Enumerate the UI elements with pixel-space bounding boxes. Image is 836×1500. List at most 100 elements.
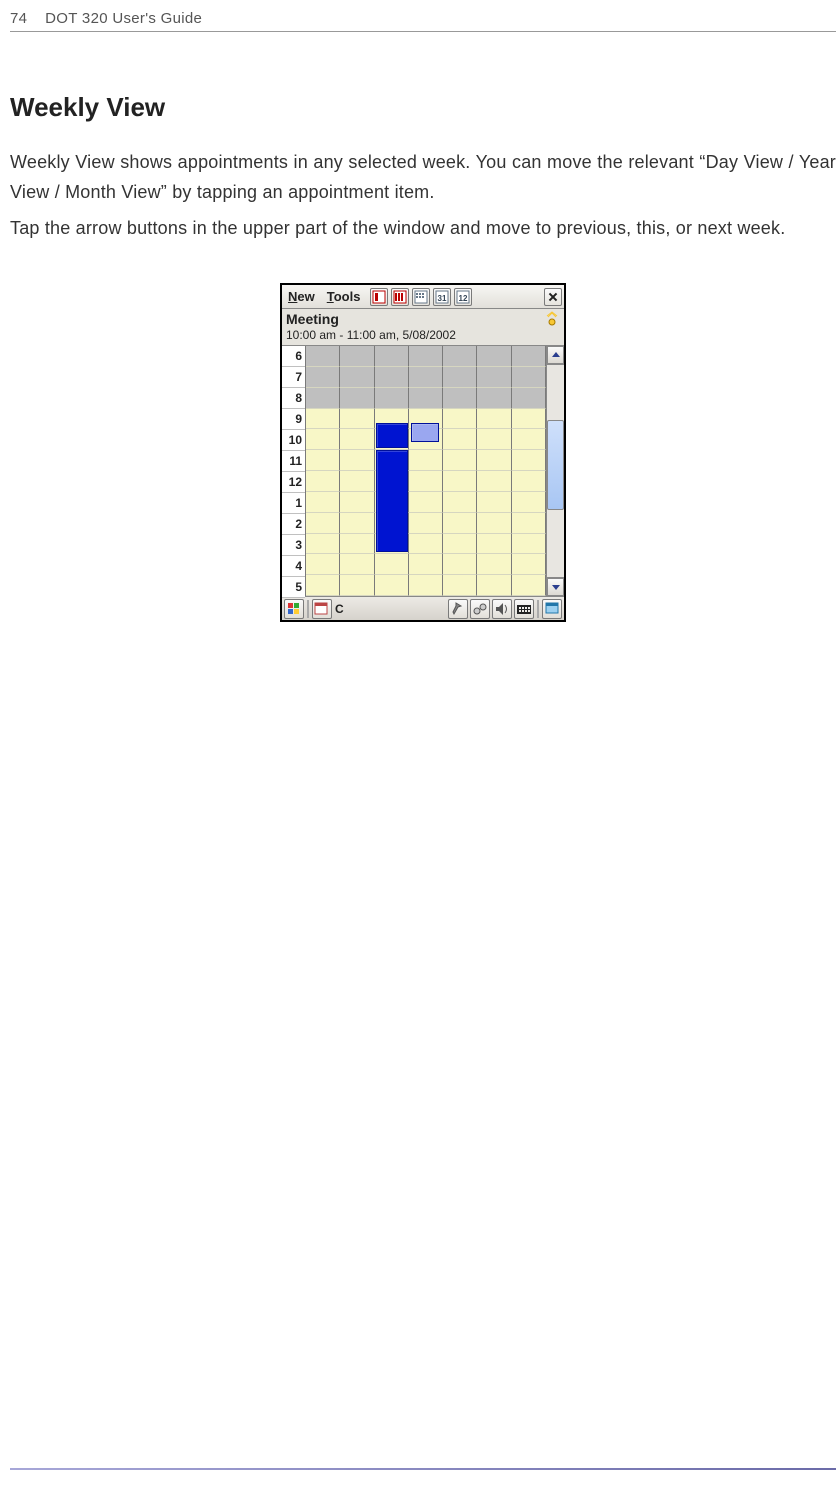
- grid-cell[interactable]: [409, 471, 443, 492]
- grid-cell[interactable]: [340, 346, 374, 367]
- grid-cell[interactable]: [409, 492, 443, 513]
- grid-cell[interactable]: [443, 388, 477, 409]
- grid-cell[interactable]: [443, 367, 477, 388]
- hour-label: 3: [282, 535, 305, 556]
- grid-cell[interactable]: [409, 367, 443, 388]
- calendar-task-icon[interactable]: [312, 599, 332, 619]
- grid-cell[interactable]: [443, 534, 477, 555]
- grid-cell[interactable]: [340, 367, 374, 388]
- grid-cell[interactable]: [340, 409, 374, 430]
- grid-cell[interactable]: [306, 471, 340, 492]
- grid-cell[interactable]: [306, 450, 340, 471]
- grid-cell[interactable]: [477, 534, 511, 555]
- grid-cell[interactable]: [340, 492, 374, 513]
- appointment-block[interactable]: [411, 423, 439, 442]
- grid-cell[interactable]: [443, 513, 477, 534]
- grid-cell[interactable]: [306, 492, 340, 513]
- grid-cell[interactable]: [306, 554, 340, 575]
- scroll-down-icon[interactable]: [547, 578, 564, 596]
- grid-cell[interactable]: [306, 409, 340, 430]
- month-view-icon[interactable]: [412, 288, 430, 306]
- day-view-icon[interactable]: [370, 288, 388, 306]
- grid-cell[interactable]: [306, 429, 340, 450]
- grid-cell[interactable]: [409, 346, 443, 367]
- grid-cell[interactable]: [443, 429, 477, 450]
- grid-cell[interactable]: [306, 534, 340, 555]
- menu-new[interactable]: New: [284, 288, 319, 305]
- grid-cell[interactable]: [340, 388, 374, 409]
- scroll-thumb[interactable]: [547, 420, 564, 510]
- appointment-block[interactable]: [376, 450, 408, 552]
- grid-cell[interactable]: [306, 513, 340, 534]
- tray-icon-1[interactable]: [448, 599, 468, 619]
- grid-cell[interactable]: [477, 409, 511, 430]
- grid-cell[interactable]: [340, 450, 374, 471]
- view-12-icon[interactable]: 12: [454, 288, 472, 306]
- grid-cell[interactable]: [512, 409, 546, 430]
- tray-icon-2[interactable]: [470, 599, 490, 619]
- grid-cell[interactable]: [512, 367, 546, 388]
- grid-cell[interactable]: [409, 513, 443, 534]
- grid-cell[interactable]: [512, 534, 546, 555]
- grid-cell[interactable]: [375, 346, 409, 367]
- grid-cell[interactable]: [306, 388, 340, 409]
- grid-cell[interactable]: [409, 450, 443, 471]
- grid-cell[interactable]: [443, 409, 477, 430]
- grid-cell[interactable]: [477, 471, 511, 492]
- grid-cell[interactable]: [443, 346, 477, 367]
- appointment-block[interactable]: [376, 423, 408, 448]
- grid-cell[interactable]: [512, 388, 546, 409]
- grid-cell[interactable]: [340, 554, 374, 575]
- tray-volume-icon[interactable]: [492, 599, 512, 619]
- grid-cell[interactable]: [409, 575, 443, 596]
- grid-cell[interactable]: [477, 367, 511, 388]
- grid-cell[interactable]: [340, 513, 374, 534]
- grid-cell[interactable]: [340, 534, 374, 555]
- grid-cell[interactable]: [512, 513, 546, 534]
- grid-cell[interactable]: [306, 367, 340, 388]
- grid-cell[interactable]: [375, 575, 409, 596]
- grid-cell[interactable]: [443, 554, 477, 575]
- grid-cell[interactable]: [477, 513, 511, 534]
- grid-cell[interactable]: [512, 471, 546, 492]
- grid-cell[interactable]: [409, 554, 443, 575]
- grid-cell[interactable]: [512, 575, 546, 596]
- keyboard-icon[interactable]: [514, 599, 534, 619]
- grid-cell[interactable]: [512, 554, 546, 575]
- grid-cell[interactable]: [477, 429, 511, 450]
- view-31-icon[interactable]: 31: [433, 288, 451, 306]
- grid-cell[interactable]: [512, 346, 546, 367]
- week-view-icon[interactable]: [391, 288, 409, 306]
- menu-tools[interactable]: Tools: [323, 288, 365, 305]
- grid-cell[interactable]: [375, 388, 409, 409]
- grid-cell[interactable]: [443, 575, 477, 596]
- grid-cell[interactable]: [375, 367, 409, 388]
- show-desktop-icon[interactable]: [542, 599, 562, 619]
- grid-cell[interactable]: [477, 575, 511, 596]
- grid-cell[interactable]: [409, 534, 443, 555]
- grid-cell[interactable]: [512, 429, 546, 450]
- grid-cell[interactable]: [443, 471, 477, 492]
- grid-cell[interactable]: [409, 388, 443, 409]
- grid-cell[interactable]: [477, 450, 511, 471]
- grid-cell[interactable]: [340, 471, 374, 492]
- grid-cell[interactable]: [375, 554, 409, 575]
- grid-cell[interactable]: [477, 492, 511, 513]
- scroll-up-icon[interactable]: [547, 346, 564, 364]
- grid-cell[interactable]: [477, 554, 511, 575]
- grid-cell[interactable]: [340, 429, 374, 450]
- grid-cell[interactable]: [512, 492, 546, 513]
- scroll-track[interactable]: [547, 364, 564, 578]
- close-icon[interactable]: [544, 288, 562, 306]
- grid-cell[interactable]: [477, 346, 511, 367]
- start-button[interactable]: [284, 599, 304, 619]
- grid-cell[interactable]: [306, 575, 340, 596]
- scrollbar[interactable]: [546, 346, 564, 596]
- grid-cell[interactable]: [477, 388, 511, 409]
- grid-cell[interactable]: [443, 450, 477, 471]
- week-grid[interactable]: [306, 346, 546, 596]
- grid-cell[interactable]: [306, 346, 340, 367]
- grid-cell[interactable]: [340, 575, 374, 596]
- grid-cell[interactable]: [443, 492, 477, 513]
- grid-cell[interactable]: [512, 450, 546, 471]
